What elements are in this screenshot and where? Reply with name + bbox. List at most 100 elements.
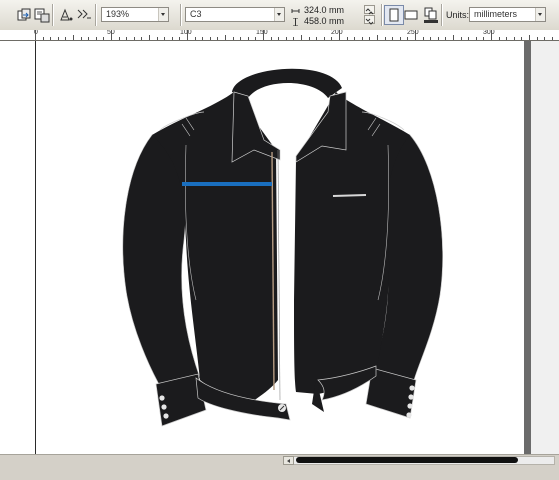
ruler-tick	[392, 37, 393, 40]
chevron-down-icon[interactable]	[158, 8, 168, 21]
collar-back	[232, 68, 342, 98]
ruler-tick	[537, 37, 538, 40]
ruler-tick	[43, 37, 44, 40]
units-select[interactable]: millimeters	[469, 7, 546, 22]
scroll-left-icon[interactable]	[283, 456, 294, 465]
ruler-tick	[521, 37, 522, 40]
object-name-value: C3	[190, 9, 202, 19]
ruler-tick	[506, 37, 507, 40]
ruler-tick	[529, 35, 530, 40]
property-bar: 193% C3 324.0 mm 458.0 mm Units: millime…	[0, 0, 559, 31]
landscape-icon[interactable]	[401, 5, 421, 25]
ruler-tick	[309, 37, 310, 40]
import-icon[interactable]	[14, 5, 34, 25]
ruler-tick	[339, 30, 340, 40]
ruler-tick	[58, 37, 59, 40]
ruler-tick	[468, 37, 469, 40]
ruler-tick	[354, 37, 355, 40]
ruler-tick	[415, 30, 416, 40]
ruler-tick	[514, 37, 515, 40]
lock-ratio-icon[interactable]	[364, 5, 375, 15]
ruler-tick	[65, 37, 66, 40]
ruler-tick	[544, 37, 545, 40]
ruler-tick	[476, 37, 477, 40]
zoom-level-value: 193%	[106, 9, 130, 19]
ruler-tick	[164, 37, 165, 40]
page-border	[35, 41, 36, 454]
ruler-tick	[141, 37, 142, 40]
all-pages-icon[interactable]	[421, 5, 441, 25]
ruler-tick	[407, 37, 408, 40]
chevron-down-icon[interactable]	[274, 8, 284, 21]
ruler-tick	[430, 37, 431, 40]
ruler-label: 100	[180, 30, 192, 36]
ruler-tick	[96, 37, 97, 40]
ruler-tick	[149, 35, 150, 40]
ruler-tick	[88, 37, 89, 40]
ruler-label: 300	[483, 30, 495, 36]
ruler-tick	[187, 30, 188, 40]
ruler-tick	[369, 37, 370, 40]
ruler-tick	[377, 35, 378, 40]
ruler-tick	[81, 37, 82, 40]
width-value: 324.0 mm	[304, 5, 345, 15]
jacket-illustration[interactable]	[0, 41, 524, 454]
toolbar-separator	[52, 4, 54, 26]
welcome-screen-icon[interactable]	[74, 5, 94, 25]
chest-stripe	[182, 182, 272, 186]
ruler-tick	[324, 37, 325, 40]
ruler-tick	[278, 37, 279, 40]
ruler-tick	[126, 37, 127, 40]
horizontal-scroll-thumb[interactable]	[296, 457, 518, 463]
object-name-field[interactable]: C3	[185, 7, 285, 22]
ruler-tick	[491, 30, 492, 40]
ruler-tick	[293, 37, 294, 40]
ruler-label: 200	[331, 30, 343, 36]
zoom-level-combo[interactable]: 193%	[101, 7, 169, 22]
ruler-tick	[119, 37, 120, 40]
ruler-tick	[103, 37, 104, 40]
ruler-tick	[111, 30, 112, 40]
lock-ratio-icon[interactable]	[364, 15, 375, 25]
ruler-tick	[255, 37, 256, 40]
height-icon	[291, 17, 300, 27]
chest-pocket-welt	[332, 194, 367, 197]
ruler-tick	[50, 37, 51, 40]
ruler-tick	[483, 37, 484, 40]
toolbar-separator	[95, 4, 97, 26]
ruler-tick	[134, 37, 135, 40]
ruler-tick	[172, 37, 173, 40]
ruler-tick	[499, 37, 500, 40]
application-launcher-icon[interactable]	[56, 5, 76, 25]
ruler-tick	[271, 37, 272, 40]
drawing-canvas[interactable]	[0, 41, 524, 454]
vertical-scrollbar[interactable]	[524, 41, 531, 454]
ruler-tick	[202, 37, 203, 40]
height-value: 458.0 mm	[304, 16, 345, 26]
ruler-tick	[316, 37, 317, 40]
toolbar-separator	[441, 4, 443, 26]
ruler-tick	[400, 37, 401, 40]
horizontal-ruler[interactable]: 0 50 100 150 200 250 300	[0, 30, 559, 41]
ruler-tick	[179, 37, 180, 40]
ruler-tick	[301, 35, 302, 40]
ruler-tick	[453, 35, 454, 40]
ruler-tick	[210, 37, 211, 40]
toolbar-separator	[381, 4, 383, 26]
ruler-tick	[331, 37, 332, 40]
ruler-tick	[263, 30, 264, 40]
ruler-tick	[240, 37, 241, 40]
ruler-tick	[362, 37, 363, 40]
ruler-tick	[347, 37, 348, 40]
ruler-tick	[461, 37, 462, 40]
ruler-label: 150	[256, 30, 268, 36]
ruler-tick	[445, 37, 446, 40]
export-icon[interactable]	[32, 5, 52, 25]
toolbar-separator	[180, 4, 182, 26]
ruler-tick	[233, 37, 234, 40]
ruler-tick	[286, 37, 287, 40]
chevron-down-icon[interactable]	[535, 8, 545, 21]
width-icon	[291, 6, 300, 14]
ruler-tick	[195, 37, 196, 40]
ruler-tick	[552, 37, 553, 40]
